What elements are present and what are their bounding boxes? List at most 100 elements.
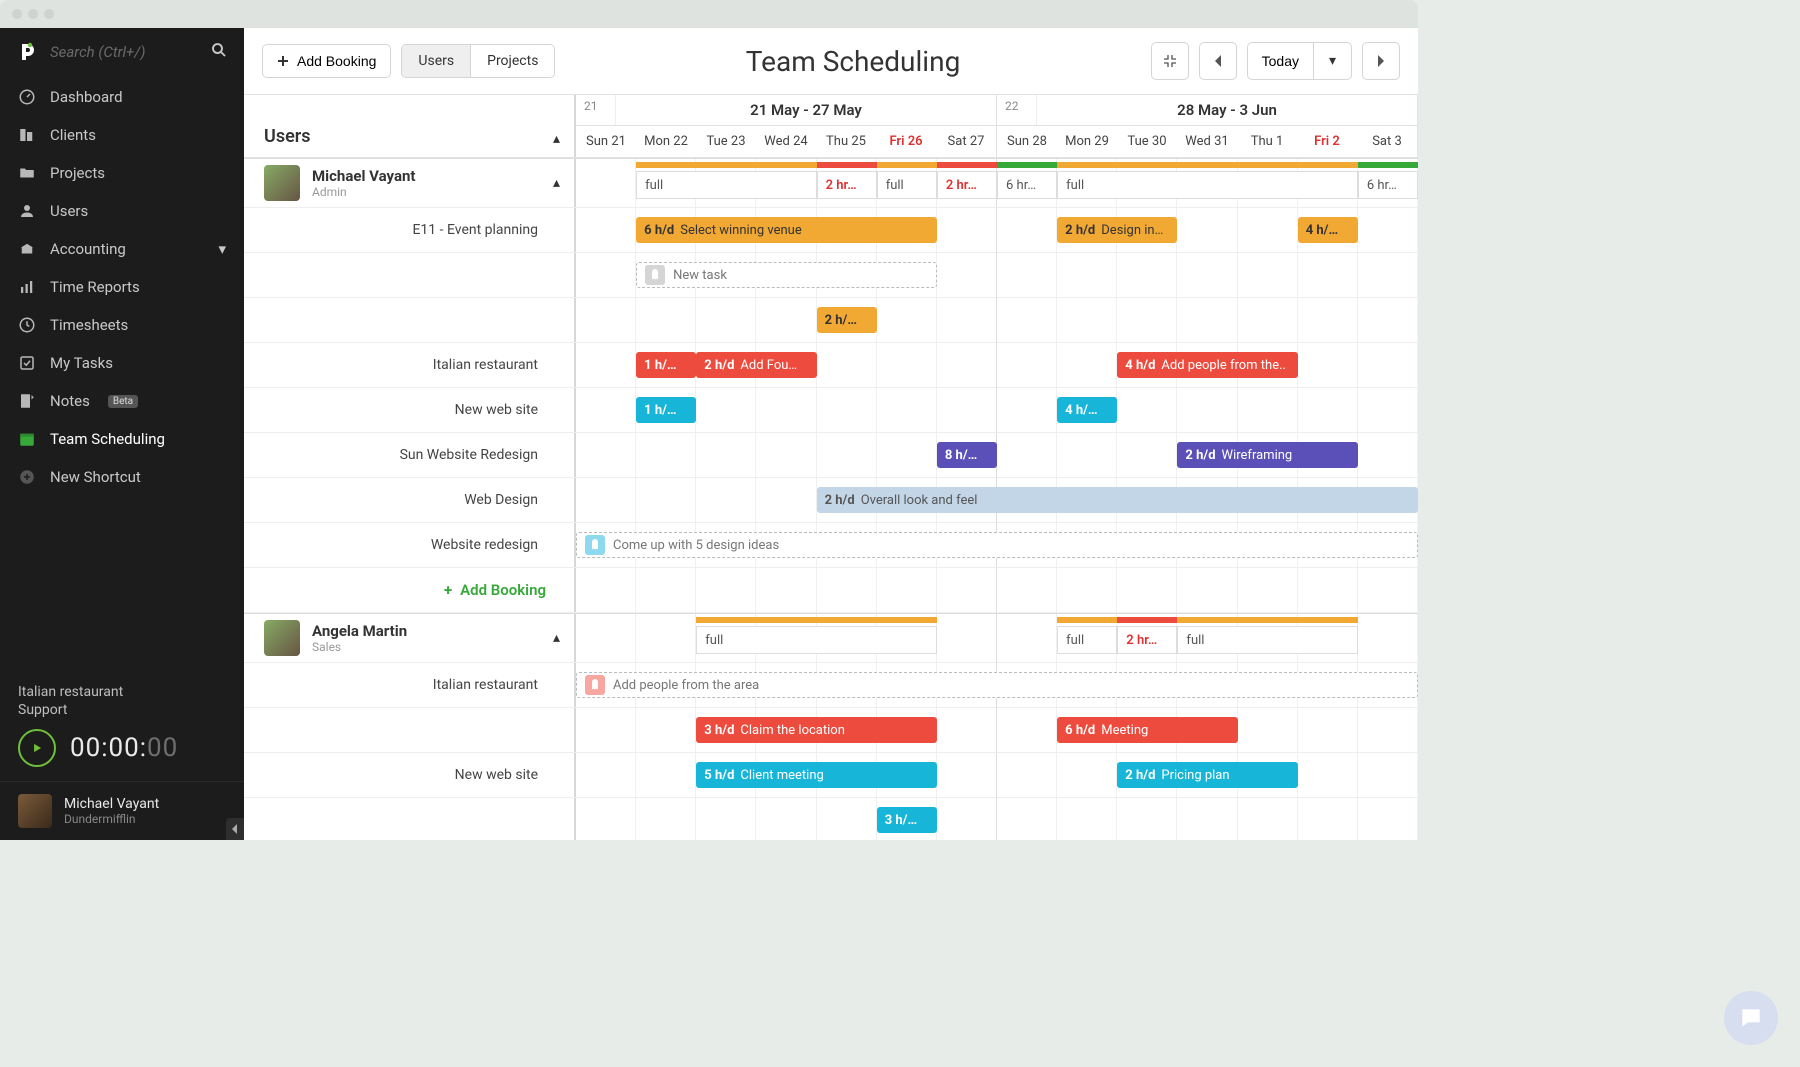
user-role: Admin xyxy=(312,185,415,199)
booking-block[interactable]: 2 h/dWireframing xyxy=(1177,442,1357,468)
task-row[interactable]: 1 h/…2 h/dAdd Fou… 4 h/dAdd people from t… xyxy=(576,343,1418,387)
task-row[interactable]: 2 h/dOverall look and feel xyxy=(576,478,1418,522)
sidebar-collapse-button[interactable] xyxy=(226,818,244,840)
task-label xyxy=(244,798,576,840)
task-row[interactable]: 8 h/… 2 h/dWireframing xyxy=(576,433,1418,477)
user-name: Michael Vayant xyxy=(64,796,159,812)
task-label: New web site xyxy=(244,388,576,432)
sidebar-item-label: Timesheets xyxy=(50,316,128,334)
timer-play-button[interactable] xyxy=(18,729,56,767)
task-row[interactable]: Add people from the area xyxy=(576,663,1418,707)
day-header: Fri 2 xyxy=(1297,126,1357,157)
capacity-bar xyxy=(696,617,937,623)
capacity-cell[interactable]: 6 hr… xyxy=(997,171,1057,199)
capacity-bar xyxy=(1117,617,1177,623)
sidebar-user[interactable]: Michael Vayant Dundermifflin xyxy=(0,781,244,840)
sidebar-item-dashboard[interactable]: Dashboard xyxy=(0,78,244,116)
task-row[interactable]: 2 h/… xyxy=(576,298,1418,342)
booking-block[interactable]: 2 h/dAdd Fou… xyxy=(696,352,816,378)
users-column-header[interactable]: Users ▴ xyxy=(244,95,576,157)
booking-block[interactable]: 2 h/… xyxy=(817,307,877,333)
chevron-down-icon: ▾ xyxy=(218,240,226,258)
booking-block[interactable]: 5 h/dClient meeting xyxy=(696,762,937,788)
booking-ghost[interactable]: Come up with 5 design ideas xyxy=(576,532,1418,558)
booking-block[interactable]: 4 h/… xyxy=(1298,217,1358,243)
schedule-grid[interactable]: Michael Vayant Admin ▴ full2 hr…full2 hr… xyxy=(244,158,1418,840)
sidebar-item-newshortcut[interactable]: New Shortcut xyxy=(0,458,244,496)
avatar xyxy=(18,794,52,828)
booking-ghost[interactable]: New task xyxy=(636,262,937,288)
booking-block[interactable]: 2 h/dPricing plan xyxy=(1117,762,1297,788)
sidebar-item-users[interactable]: Users xyxy=(0,192,244,230)
task-label: Sun Website Redesign xyxy=(244,433,576,477)
booking-block[interactable]: 4 h/… xyxy=(1057,397,1117,423)
task-row[interactable]: 3 h/… xyxy=(576,798,1418,840)
capacity-cell[interactable]: full xyxy=(1177,626,1357,654)
user-row-header[interactable]: Michael Vayant Admin ▴ xyxy=(244,159,576,207)
sidebar-nav: Dashboard Clients Projects Users Account… xyxy=(0,72,244,502)
task-row[interactable]: 1 h/… 4 h/… xyxy=(576,388,1418,432)
task-row[interactable]: 5 h/dClient meeting 2 h/dPricing plan xyxy=(576,753,1418,797)
prev-period-button[interactable] xyxy=(1199,42,1237,80)
day-header: Sat 3 xyxy=(1357,126,1417,157)
capacity-cell[interactable]: full xyxy=(1057,626,1117,654)
capacity-cell[interactable]: full xyxy=(636,171,816,199)
day-header: Sun 21 xyxy=(576,126,636,157)
booking-block[interactable]: 2 h/dDesign in… xyxy=(1057,217,1177,243)
booking-block[interactable]: 3 h/dClaim the location xyxy=(696,717,937,743)
next-period-button[interactable] xyxy=(1362,42,1400,80)
sidebar-item-timereports[interactable]: Time Reports xyxy=(0,268,244,306)
sidebar-item-teamscheduling[interactable]: Team Scheduling xyxy=(0,420,244,458)
sidebar-item-mytasks[interactable]: My Tasks xyxy=(0,344,244,382)
booking-block[interactable]: 4 h/dAdd people from the.. xyxy=(1117,352,1297,378)
sidebar-item-label: Clients xyxy=(50,126,96,144)
sidebar-item-label: Projects xyxy=(50,164,105,182)
task-row[interactable]: Come up with 5 design ideas xyxy=(576,523,1418,567)
sidebar-item-clients[interactable]: Clients xyxy=(0,116,244,154)
sidebar-item-projects[interactable]: Projects xyxy=(0,154,244,192)
capacity-cell[interactable]: 6 hr… xyxy=(1358,171,1418,199)
tab-projects[interactable]: Projects xyxy=(470,45,554,77)
search-icon[interactable] xyxy=(210,41,228,63)
booking-block[interactable]: 2 h/dOverall look and feel xyxy=(817,487,1418,513)
booking-block[interactable]: 3 h/… xyxy=(877,807,937,833)
add-booking-button[interactable]: Add Booking xyxy=(262,44,391,78)
tab-users[interactable]: Users xyxy=(402,45,470,77)
booking-ghost[interactable]: Add people from the area xyxy=(576,672,1418,698)
capacity-cell[interactable]: 2 hr… xyxy=(937,171,997,199)
task-row[interactable]: 3 h/dClaim the location 6 h/dMeeting xyxy=(576,708,1418,752)
sidebar-item-timesheets[interactable]: Timesheets xyxy=(0,306,244,344)
booking-block[interactable]: 8 h/… xyxy=(937,442,997,468)
week-number: 22 xyxy=(997,95,1037,125)
beta-badge: Beta xyxy=(108,395,138,408)
sidebar-item-accounting[interactable]: Accounting ▾ xyxy=(0,230,244,268)
task-row[interactable]: 6 h/dSelect winning venue 2 h/dDesign in…… xyxy=(576,208,1418,252)
ghost-icon xyxy=(585,535,605,555)
booking-block[interactable]: 6 h/dMeeting xyxy=(1057,717,1237,743)
booking-block[interactable]: 6 h/dSelect winning venue xyxy=(636,217,937,243)
capacity-cell[interactable]: full xyxy=(696,626,937,654)
capacity-bar xyxy=(877,162,937,168)
sidebar-item-label: Time Reports xyxy=(50,278,140,296)
add-booking-row[interactable]: +Add Booking xyxy=(244,568,576,612)
user-row-header[interactable]: Angela Martin Sales ▴ xyxy=(244,614,576,662)
booking-block[interactable]: 1 h/… xyxy=(636,397,696,423)
task-label: Italian restaurant xyxy=(244,663,576,707)
search-input[interactable]: Search (Ctrl+/) xyxy=(50,43,200,61)
compress-view-button[interactable] xyxy=(1151,42,1189,80)
booking-block[interactable]: 1 h/… xyxy=(636,352,696,378)
timer-display: 00:00:00 xyxy=(70,733,178,763)
capacity-bar xyxy=(817,162,877,168)
capacity-cell[interactable]: full xyxy=(877,171,937,199)
today-button[interactable]: Today xyxy=(1247,42,1314,80)
day-header: Fri 26 xyxy=(876,126,936,157)
capacity-cell[interactable]: 2 hr… xyxy=(1117,626,1177,654)
task-row[interactable]: New task xyxy=(576,253,1418,297)
sidebar-item-notes[interactable]: Notes Beta xyxy=(0,382,244,420)
today-dropdown-button[interactable]: ▾ xyxy=(1314,42,1352,80)
capacity-cell[interactable]: full xyxy=(1057,171,1358,199)
day-header: Tue 23 xyxy=(696,126,756,157)
user-summary-row: fullfull2 hr…full xyxy=(576,614,1418,662)
timer-section: Italian restaurant Support 00:00:00 xyxy=(0,673,244,781)
capacity-cell[interactable]: 2 hr… xyxy=(817,171,877,199)
